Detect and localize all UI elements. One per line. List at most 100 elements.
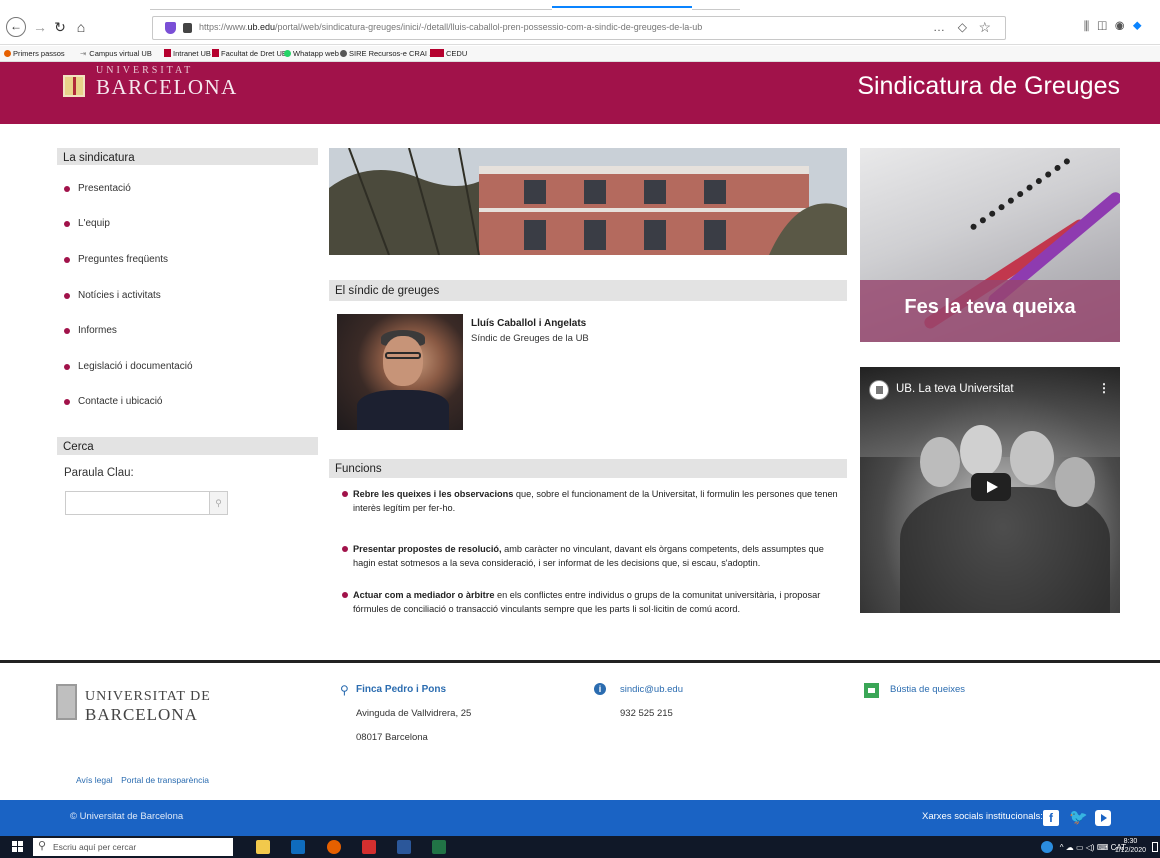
- building-banner-image: [329, 148, 847, 255]
- home-button[interactable]: ⌂: [73, 17, 89, 37]
- file-explorer-icon[interactable]: [256, 840, 270, 854]
- facebook-icon[interactable]: f: [1043, 810, 1059, 826]
- site-title: Sindicatura de Greuges: [857, 72, 1120, 100]
- email-link[interactable]: sindic@ub.edu: [620, 684, 683, 695]
- firefox-icon[interactable]: [327, 840, 341, 854]
- address-title-link[interactable]: Finca Pedro i Pons: [356, 684, 446, 695]
- sidebar-item-preguntes[interactable]: Preguntes freqüents: [64, 254, 168, 265]
- help-icon[interactable]: [1041, 841, 1054, 853]
- acrobat-icon[interactable]: [362, 840, 376, 854]
- library-icon[interactable]: ⫼: [1084, 19, 1098, 33]
- pocket-icon[interactable]: ◇: [958, 20, 967, 34]
- active-tab[interactable]: [552, 6, 692, 10]
- bookmark-item[interactable]: CEDU: [430, 49, 467, 58]
- reload-button[interactable]: ↻: [52, 17, 68, 37]
- excel-icon[interactable]: [432, 840, 446, 854]
- sindic-portrait-image: [337, 314, 463, 430]
- channel-avatar-icon[interactable]: [869, 380, 889, 400]
- bullet-icon: [64, 256, 70, 263]
- back-button[interactable]: ←: [6, 17, 26, 37]
- copyright-text: © Universitat de Barcelona: [70, 811, 184, 822]
- search-icon: ⚲: [215, 498, 222, 508]
- bullet-icon: [64, 327, 70, 334]
- whatsapp-icon: [284, 50, 291, 57]
- network-icon[interactable]: ▭: [1076, 843, 1084, 852]
- onedrive-icon[interactable]: ☁: [1066, 843, 1074, 852]
- sidebar-item-presentacio[interactable]: Presentació: [64, 183, 131, 194]
- search-heading: Cerca: [57, 437, 318, 456]
- bullet-icon: [64, 363, 70, 370]
- sidebar-icon[interactable]: ◫: [1097, 19, 1115, 33]
- video-menu-icon[interactable]: ⋮: [1098, 381, 1110, 395]
- fes-la-teva-queixa-banner[interactable]: Fes la teva queixa: [860, 148, 1120, 342]
- funcions-heading: Funcions: [329, 459, 847, 478]
- bookmark-item[interactable]: Whatapp web: [284, 49, 339, 58]
- sidebar-item-noticies[interactable]: Notícies i activitats: [64, 290, 161, 301]
- lock-icon[interactable]: [183, 23, 192, 33]
- bustia-queixes-link[interactable]: Bústia de queixes: [890, 684, 965, 695]
- location-pin-icon: ⚲: [340, 683, 349, 697]
- forward-button[interactable]: →: [32, 17, 48, 37]
- bookmark-item[interactable]: Intranet UB: [164, 49, 211, 58]
- search-icon: ⚲: [38, 840, 47, 852]
- vpn-icon[interactable]: ◆: [1133, 19, 1150, 33]
- sidebar-item-equip[interactable]: L'equip: [64, 218, 110, 229]
- info-icon: i: [594, 683, 606, 695]
- site-header: UNIVERSITAT BARCELONA Sindicatura de Gre…: [0, 62, 1160, 124]
- bullet-icon: [342, 491, 348, 497]
- bullet-icon: [342, 546, 348, 552]
- play-icon[interactable]: [971, 473, 1011, 501]
- twitter-icon[interactable]: 🐦: [1069, 810, 1088, 826]
- portal-transparencia-link[interactable]: Portal de transparència: [121, 775, 209, 785]
- sidebar-heading: La sindicatura: [57, 148, 318, 166]
- clock[interactable]: 8:30 1/12/2020: [1115, 837, 1146, 855]
- bookmark-star-icon[interactable]: ☆: [978, 19, 991, 36]
- sidebar-item-contacte[interactable]: Contacte i ubicació: [64, 396, 163, 407]
- ub-icon: [212, 49, 219, 57]
- avis-legal-link[interactable]: Avís legal: [76, 775, 113, 785]
- search-input[interactable]: [65, 491, 210, 515]
- url-bar[interactable]: https://www.ub.edu/portal/web/sindicatur…: [152, 16, 1006, 40]
- footer-logo-top: UNIVERSITAT DE: [85, 689, 211, 704]
- sidebar-item-informes[interactable]: Informes: [64, 325, 117, 336]
- outlook-icon[interactable]: [291, 840, 305, 854]
- chevron-up-icon[interactable]: ^: [1060, 843, 1064, 852]
- arrow-icon: ⇥: [80, 49, 87, 58]
- clock-time: 8:30: [1123, 838, 1138, 845]
- tracking-protection-icon[interactable]: [165, 22, 176, 34]
- bookmark-item[interactable]: SIRE Recursos-e CRAI ...: [340, 49, 435, 58]
- volume-icon[interactable]: ◁): [1086, 843, 1095, 852]
- bullet-icon: [64, 292, 70, 299]
- bookmark-item[interactable]: Primers passos: [4, 49, 65, 58]
- bookmarks-bar: Primers passos ⇥ Campus virtual UB Intran…: [0, 46, 1160, 62]
- windows-start-icon[interactable]: [12, 841, 24, 853]
- footer-logo-text: BARCELONA: [85, 705, 198, 724]
- word-icon[interactable]: [397, 840, 411, 854]
- cedu-icon: [430, 49, 444, 57]
- url-text[interactable]: https://www.ub.edu/portal/web/sindicatur…: [199, 22, 702, 32]
- youtube-video-embed[interactable]: UB. La teva Universitat ⋮: [860, 367, 1120, 613]
- phone-number: 932 525 215: [620, 708, 673, 719]
- keyboard-icon[interactable]: ⌨: [1097, 843, 1109, 852]
- ub-shield-logo-icon[interactable]: [63, 75, 85, 97]
- globe-icon: [340, 50, 347, 57]
- taskbar-search-placeholder: Escriu aquí per cercar: [53, 842, 137, 852]
- ub-icon: [164, 49, 171, 57]
- account-icon[interactable]: ◉: [1115, 19, 1133, 33]
- notification-icon[interactable]: [1152, 842, 1158, 852]
- search-button[interactable]: ⚲: [210, 491, 228, 515]
- system-tray: ^ ☁ ▭ ◁) ⌨ CAT: [1041, 841, 1126, 853]
- video-title[interactable]: UB. La teva Universitat: [896, 383, 1014, 395]
- bookmark-item[interactable]: ⇥ Campus virtual UB: [80, 49, 152, 58]
- bookmark-item[interactable]: Facultat de Dret UB: [212, 49, 287, 58]
- taskbar-search-box[interactable]: ⚲ Escriu aquí per cercar: [33, 838, 233, 856]
- sindic-heading: El síndic de greuges: [329, 280, 847, 301]
- youtube-icon[interactable]: [1095, 810, 1111, 826]
- bullet-icon: [64, 185, 70, 192]
- sindic-name: Lluís Caballol i Angelats: [471, 318, 587, 329]
- page-actions-icon[interactable]: …: [933, 20, 945, 34]
- sidebar-item-legislacio[interactable]: Legislació i documentació: [64, 361, 193, 372]
- logo-text[interactable]: BARCELONA: [96, 75, 238, 100]
- windows-taskbar: ⚲ Escriu aquí per cercar ^ ☁ ▭ ◁) ⌨ CAT …: [0, 836, 1160, 858]
- social-label: Xarxes socials institucionals:: [922, 811, 1043, 822]
